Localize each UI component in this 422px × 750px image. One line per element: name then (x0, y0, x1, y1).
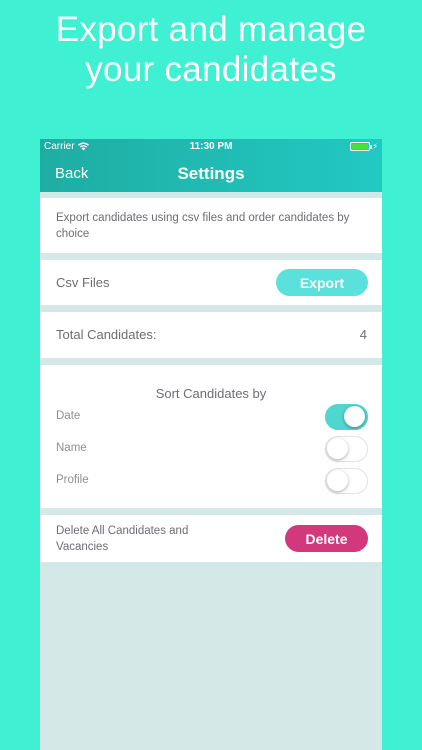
sort-card: Sort Candidates by Date Name Profile (40, 365, 382, 508)
delete-all-card: Delete All Candidates and Vacancies Dele… (40, 515, 382, 562)
promo-headline: Export and manage your candidates (0, 10, 422, 90)
promo-line-1: Export and manage (55, 10, 367, 49)
sort-date-toggle[interactable] (325, 404, 368, 430)
delete-all-label: Delete All Candidates and Vacancies (56, 525, 189, 553)
export-button[interactable]: Export (276, 269, 368, 296)
toggle-knob (327, 438, 348, 459)
toggle-knob (344, 406, 365, 427)
sort-title: Sort Candidates by (155, 386, 267, 401)
total-candidates-card: Total Candidates: 4 (40, 312, 382, 358)
phone-screen: Carrier 11:30 PM ⚡ Back Settings Export … (40, 139, 382, 750)
description-text: Export candidates using csv files and or… (56, 212, 350, 240)
sort-name-toggle[interactable] (325, 436, 368, 462)
total-candidates-value: 4 (359, 327, 367, 342)
sort-option-profile-label: Profile (56, 474, 89, 486)
sort-option-date-label: Date (56, 410, 81, 422)
navigation-bar: Carrier 11:30 PM ⚡ Back Settings (40, 139, 382, 192)
delete-button[interactable]: Delete (285, 525, 368, 552)
status-time: 11:30 PM (189, 141, 233, 152)
description-card: Export candidates using csv files and or… (40, 198, 382, 253)
sort-profile-toggle[interactable] (325, 468, 368, 494)
csv-files-card: Csv Files Export (40, 260, 382, 305)
charging-bolt-icon: ⚡ (372, 141, 378, 151)
battery-icon (350, 142, 373, 151)
page-title: Settings (177, 164, 245, 183)
total-candidates-label: Total Candidates: (56, 327, 157, 342)
battery-indicator: ⚡ (350, 142, 378, 151)
promo-line-2: your candidates (85, 50, 337, 89)
toggle-knob (327, 470, 348, 491)
sort-option-name-label: Name (56, 442, 87, 454)
csv-files-label: Csv Files (56, 275, 110, 290)
status-bar: Carrier 11:30 PM ⚡ (40, 139, 382, 155)
